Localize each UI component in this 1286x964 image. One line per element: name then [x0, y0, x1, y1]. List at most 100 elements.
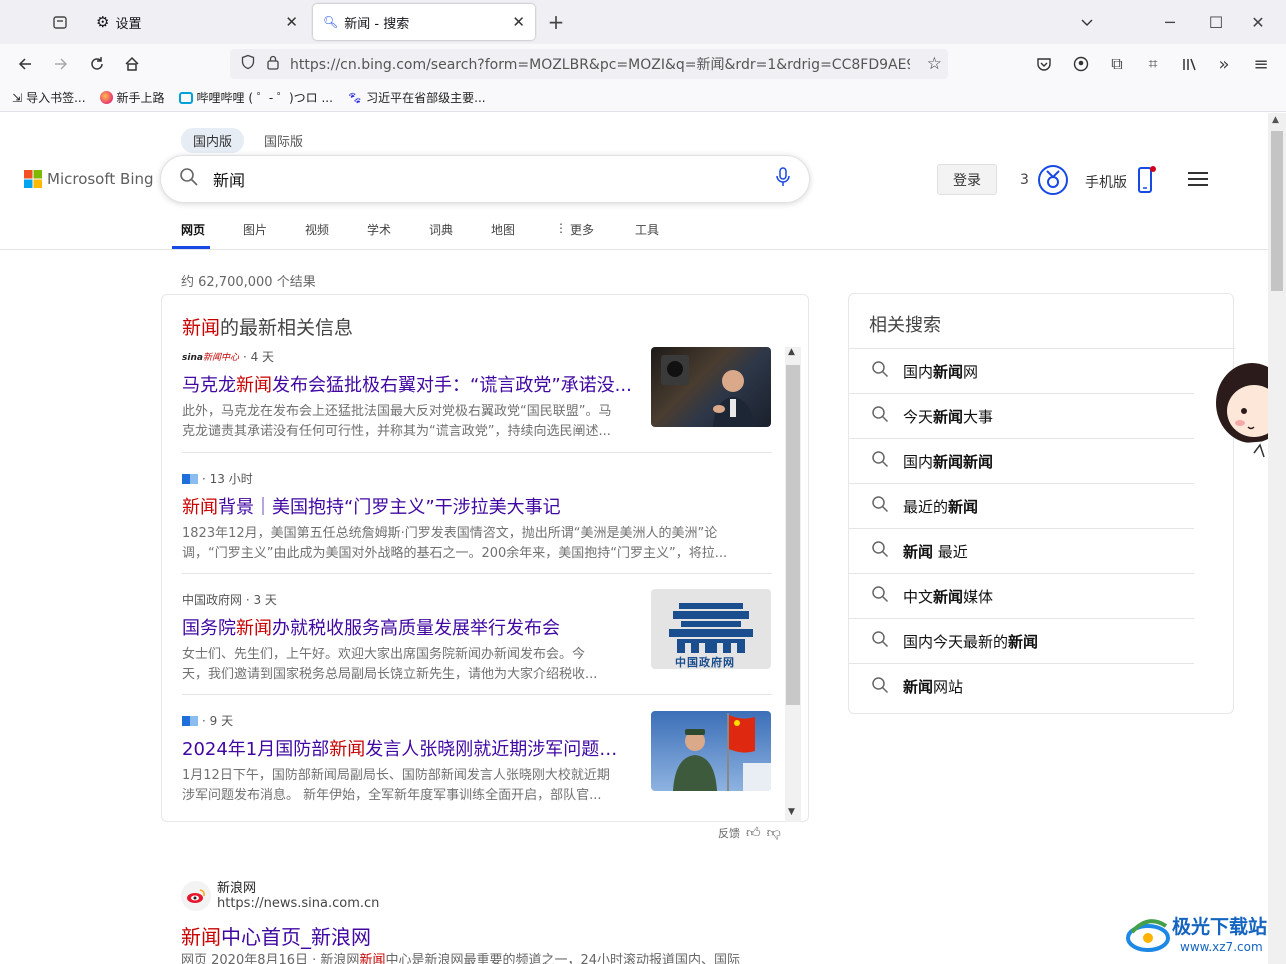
- close-tab-icon[interactable]: ✕: [512, 13, 525, 31]
- mobile-label[interactable]: 手机版: [1085, 172, 1127, 192]
- news-title-link[interactable]: 新闻背景｜美国抱持“门罗主义”干涉拉美大事记: [182, 493, 772, 519]
- related-search-part: 国内今天最新的: [903, 632, 1009, 651]
- search-query[interactable]: 新闻: [213, 167, 245, 191]
- rewards-count[interactable]: 3: [1020, 172, 1029, 188]
- news-snippet: 女士们、先生们，上午好。欢迎大家出席国务院新闻办新闻发布会。今 天，我们邀请到国家…: [182, 645, 632, 685]
- home-icon[interactable]: [118, 50, 146, 78]
- news-title-link[interactable]: 国务院新闻办就税收服务高质量发展举行发布会: [182, 614, 632, 640]
- related-search-part: 网站: [933, 678, 964, 696]
- title-highlight: 新闻: [181, 925, 221, 949]
- related-search-item[interactable]: 新闻网站: [849, 664, 1194, 709]
- tab-settings[interactable]: ⚙ 设置 ✕: [86, 4, 308, 40]
- bookmark-star-icon[interactable]: ☆: [927, 54, 942, 74]
- scroll-up-arrow-icon[interactable]: ▲: [1272, 115, 1279, 125]
- related-search-text: 新闻网站: [903, 676, 963, 697]
- item-divider: [182, 694, 772, 695]
- item-divider: [182, 452, 772, 453]
- close-window-button[interactable]: ✕: [1244, 8, 1272, 36]
- forward-button[interactable]: [47, 50, 75, 78]
- related-search-part: 新闻新闻: [933, 452, 994, 471]
- related-search-item[interactable]: 中文新闻媒体: [849, 574, 1194, 619]
- phone-icon[interactable]: [1136, 166, 1156, 198]
- login-button[interactable]: 登录: [937, 164, 997, 195]
- url-bar[interactable]: https://cn.bing.com/search?form=MOZLBR&p…: [230, 49, 948, 79]
- tab-tools[interactable]: 工具: [635, 221, 659, 238]
- thumbs-up-icon[interactable]: 👍︎: [746, 824, 761, 841]
- back-button[interactable]: [11, 50, 39, 78]
- library-icon[interactable]: [1175, 50, 1203, 78]
- lock-icon[interactable]: [266, 54, 280, 74]
- page-scrollbar[interactable]: ▲: [1268, 113, 1286, 964]
- bookmark-baidu[interactable]: 🐾︎ 习近平在省部级主要...: [347, 89, 486, 106]
- search-icon: [871, 450, 889, 472]
- site-url[interactable]: https://news.sina.com.cn: [217, 896, 379, 911]
- news-thumbnail-spokesman[interactable]: [651, 711, 771, 791]
- news-thumbnail-gov[interactable]: 中国政府网: [651, 589, 771, 669]
- overflow-chevrons-icon[interactable]: »: [1210, 50, 1238, 78]
- reload-icon[interactable]: [83, 50, 111, 78]
- close-tab-icon[interactable]: ✕: [285, 13, 298, 31]
- url-text[interactable]: https://cn.bing.com/search?form=MOZLBR&p…: [290, 54, 910, 74]
- microsoft-logo-icon: [24, 170, 42, 188]
- related-search-item[interactable]: 今天新闻大事: [849, 394, 1194, 439]
- search-input[interactable]: 新闻: [160, 155, 810, 203]
- scroll-up-arrow-icon[interactable]: ▲: [788, 347, 795, 357]
- thumbs-down-icon[interactable]: 👎︎: [767, 824, 781, 841]
- title-part: 发言人张晓刚就近期涉军问题发...: [365, 739, 632, 760]
- tab-list-chevron-icon[interactable]: [1073, 8, 1101, 36]
- related-heading: 相关搜索: [869, 315, 941, 336]
- related-search-item[interactable]: 国内新闻网: [849, 349, 1194, 394]
- menu-icon[interactable]: ≡: [1247, 50, 1275, 78]
- organic-title-link[interactable]: 新闻中心首页_新浪网: [181, 921, 371, 950]
- related-search-item[interactable]: 国内新闻新闻: [849, 439, 1194, 484]
- tab-overview-icon[interactable]: [46, 8, 74, 36]
- search-icon: [179, 167, 199, 191]
- search-icon: [871, 405, 889, 427]
- bookmark-bilibili[interactable]: 哔哩哔哩 ( ゜- ゜)つロ ...: [178, 89, 333, 106]
- tab-web[interactable]: 网页: [181, 221, 205, 238]
- rewards-medal-icon[interactable]: [1037, 164, 1069, 200]
- extensions-icon[interactable]: ⧉: [1103, 50, 1131, 78]
- heading-highlight: 新闻: [182, 317, 221, 339]
- account-icon[interactable]: [1067, 50, 1095, 78]
- minimize-button[interactable]: ─: [1156, 8, 1184, 36]
- logo-text: Microsoft Bing: [47, 170, 154, 188]
- news-title-link[interactable]: 2024年1月国防部新闻发言人张晓刚就近期涉军问题发...: [182, 735, 632, 761]
- locale-domestic[interactable]: 国内版: [181, 128, 245, 153]
- tab-maps[interactable]: 地图: [491, 221, 515, 238]
- feedback-label[interactable]: 反馈: [718, 825, 740, 841]
- bookmark-import[interactable]: ⇲ 导入书签...: [12, 89, 86, 106]
- related-search-item[interactable]: 国内今天最新的新闻: [849, 619, 1194, 664]
- tab-images[interactable]: 图片: [243, 221, 267, 238]
- pocket-icon[interactable]: [1030, 50, 1058, 78]
- shield-icon[interactable]: [240, 54, 256, 74]
- scroll-down-arrow-icon[interactable]: ▼: [788, 807, 795, 817]
- related-search-part: 新闻: [933, 407, 964, 426]
- related-search-item[interactable]: 最近的新闻: [849, 484, 1194, 529]
- news-item: · 13 小时 新闻背景｜美国抱持“门罗主义”干涉拉美大事记 1823年12月，…: [182, 470, 772, 564]
- sina-logo-icon[interactable]: [181, 881, 211, 911]
- web-page: 国内版 国际版 Microsoft Bing 新闻 登录 3 手机版 网页 图片…: [0, 113, 1268, 964]
- news-card-scrollbar[interactable]: ▲ ▼: [785, 347, 801, 822]
- mascot-avatar[interactable]: [1214, 353, 1268, 468]
- maximize-button[interactable]: ☐: [1202, 8, 1230, 36]
- microphone-icon[interactable]: [775, 167, 791, 191]
- bing-logo[interactable]: Microsoft Bing: [24, 170, 154, 188]
- bookmark-getting-started[interactable]: 新手上路: [99, 89, 165, 106]
- scrollbar-thumb[interactable]: [786, 365, 800, 705]
- tab-dictionary[interactable]: 词典: [429, 221, 453, 238]
- page-scrollbar-thumb[interactable]: [1271, 131, 1283, 291]
- tab-more[interactable]: ⋮ 更多: [555, 221, 594, 238]
- hamburger-menu-icon[interactable]: [1186, 169, 1210, 193]
- tab-videos[interactable]: 视频: [305, 221, 329, 238]
- news-title-link[interactable]: 马克龙新闻发布会猛批极右翼对手：“谎言政党”承诺没...: [182, 371, 632, 397]
- screenshot-crop-icon[interactable]: ⌗: [1139, 50, 1167, 78]
- news-thumbnail-macron[interactable]: [651, 347, 771, 427]
- tab-search[interactable]: 🔍︎ 新闻 - 搜索 ✕: [313, 4, 535, 40]
- snippet-part: 中心是新浪网最重要的频道之一，24小时滚动报道国内、国际: [385, 953, 740, 964]
- related-search-item[interactable]: 新闻 最近: [849, 529, 1194, 574]
- tab-academic[interactable]: 学术: [367, 221, 391, 238]
- locale-international[interactable]: 国际版: [252, 128, 315, 153]
- new-tab-button[interactable]: +: [542, 8, 570, 36]
- title-rest: 中心首页_新浪网: [221, 925, 371, 949]
